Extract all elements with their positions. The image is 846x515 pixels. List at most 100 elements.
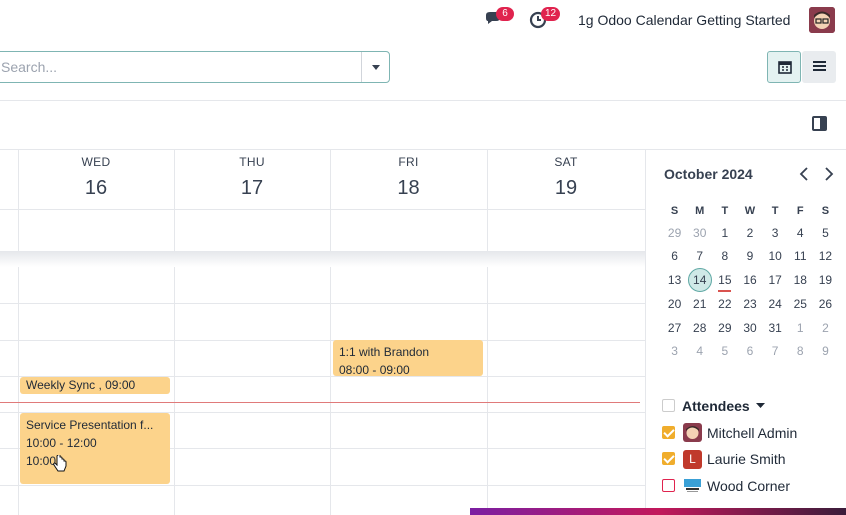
mini-calendar-day[interactable]: 15 (712, 268, 737, 293)
mini-calendar-week: 27 28 29 30 31 1 2 (662, 316, 838, 340)
event-service-presentation[interactable]: Service Presentation f... 10:00 - 12:00 … (20, 413, 170, 484)
search-bar (0, 51, 390, 83)
mini-calendar-day[interactable]: 13 (662, 268, 687, 292)
company-name[interactable]: 1g Odoo Calendar Getting Started (578, 12, 790, 28)
attendee-avatar-wood (683, 476, 702, 495)
mini-calendar-days: 29 30 1 2 3 4 5 6 7 8 9 10 11 12 13 14 15 16 17 18 19 20 21 22 2… (662, 221, 838, 363)
day-number: 3 (771, 225, 779, 240)
mini-calendar-day[interactable]: 29 (712, 316, 737, 340)
event-brandon[interactable]: 1:1 with Brandon 08:00 - 09:00 (333, 340, 483, 376)
mini-calendar-day[interactable]: 11 (788, 245, 813, 269)
day-number: 29 (667, 225, 682, 240)
mini-calendar-day[interactable]: 21 (687, 292, 712, 316)
mini-calendar-day[interactable]: 9 (737, 245, 762, 269)
mini-calendar-day[interactable]: 7 (763, 339, 788, 363)
mini-calendar-day[interactable]: 19 (813, 268, 838, 292)
mini-calendar-day[interactable]: 25 (788, 292, 813, 316)
mini-calendar-day[interactable]: 17 (763, 268, 788, 292)
day-number: 12 (818, 249, 833, 264)
search-options-toggle[interactable] (361, 52, 389, 82)
day-name: FRI (398, 155, 419, 169)
mini-calendar-day[interactable]: 3 (763, 221, 788, 245)
mini-calendar-day[interactable]: 8 (712, 245, 737, 269)
caret-down-icon[interactable] (756, 403, 765, 409)
chat-icon[interactable]: 6 (484, 7, 514, 30)
day-number: 13 (667, 273, 682, 288)
mini-calendar-day[interactable]: 3 (662, 339, 687, 363)
activity-icon[interactable]: 12 (529, 7, 561, 30)
mini-calendar-day[interactable]: 28 (687, 316, 712, 340)
mini-calendar-day[interactable]: 4 (788, 221, 813, 245)
mini-calendar-day[interactable]: 5 (712, 339, 737, 363)
mini-calendar-day[interactable]: 1 (712, 221, 737, 245)
mini-calendar-day[interactable]: 24 (763, 292, 788, 316)
mini-calendar-day[interactable]: 20 (662, 292, 687, 316)
mini-calendar-day[interactable]: 27 (662, 316, 687, 340)
day-number: 26 (818, 296, 833, 311)
day-name: SAT (554, 155, 578, 169)
day-number: 28 (693, 320, 707, 335)
day-number: 7 (771, 344, 779, 359)
mini-calendar-day[interactable]: 5 (813, 221, 838, 245)
day-number: 10 (768, 249, 782, 264)
day-number: 17 (768, 273, 782, 288)
day-number: 3 (671, 344, 678, 359)
day-number: 9 (822, 344, 829, 359)
mini-calendar-day[interactable]: 2 (737, 221, 762, 245)
attendee-checkbox-laurie[interactable] (662, 452, 675, 465)
day-number: 18 (793, 273, 807, 288)
mini-calendar-day[interactable]: 6 (737, 339, 762, 363)
mini-calendar-day[interactable]: 31 (763, 316, 788, 340)
previous-month-icon[interactable] (798, 166, 812, 182)
top-navbar: 6 12 1g Odoo Calendar Getting Started (0, 0, 846, 40)
list-view-button[interactable] (802, 51, 836, 83)
mini-calendar-day[interactable]: 30 (737, 316, 762, 340)
day-number: 11 (794, 249, 807, 264)
mini-calendar-week: 29 30 1 2 3 4 5 (662, 221, 838, 245)
attendee-checkbox-mitchell[interactable] (662, 426, 675, 439)
mini-calendar-day[interactable]: 16 (737, 268, 762, 292)
day-number: 9 (746, 249, 754, 264)
mini-calendar-day[interactable]: 2 (813, 316, 838, 340)
event-weekly-sync[interactable]: Weekly Sync , 09:00 (20, 377, 170, 394)
day-header-wed[interactable]: WED 16 (18, 150, 174, 210)
day-number: 31 (768, 320, 782, 335)
calendar-grid: WED 16 THU 17 FRI 18 SAT 19 1:1 with Bra… (0, 150, 645, 515)
search-input[interactable] (0, 52, 361, 82)
side-panel-toggle-icon[interactable] (812, 116, 827, 131)
mini-calendar-day[interactable]: 9 (813, 339, 838, 363)
mini-calendar-day[interactable]: 1 (788, 316, 813, 340)
day-header-fri[interactable]: FRI 18 (330, 150, 487, 210)
mini-calendar-day[interactable]: 8 (788, 339, 813, 363)
event-title: Service Presentation f... (26, 418, 154, 432)
mini-calendar-day[interactable]: 12 (813, 245, 838, 269)
day-header-thu[interactable]: THU 17 (174, 150, 330, 210)
day-header-sat[interactable]: SAT 19 (487, 150, 645, 210)
weekday-row: S M T W T F S (662, 201, 838, 221)
mini-calendar-day[interactable]: 7 (687, 245, 712, 269)
attendee-checkbox-wood[interactable] (662, 479, 675, 492)
company-logo-icon (684, 479, 701, 492)
mini-calendar-day[interactable]: 29 (662, 221, 687, 245)
attendees-heading[interactable]: Attendees (682, 398, 750, 414)
user-avatar-icon (809, 7, 835, 33)
attendees-toggle-all[interactable] (662, 399, 675, 412)
mini-calendar-day[interactable]: 30 (687, 221, 712, 245)
mini-calendar-day[interactable]: 26 (813, 292, 838, 316)
day-number: 30 (693, 225, 707, 240)
mini-calendar-day[interactable]: 22 (712, 292, 737, 316)
mini-calendar-day[interactable]: 18 (788, 268, 813, 292)
day-number: 19 (554, 177, 578, 199)
next-month-icon[interactable] (821, 166, 835, 182)
hour-line (0, 485, 645, 486)
mini-calendar-day[interactable]: 23 (737, 292, 762, 316)
mini-calendar-day[interactable]: 4 (687, 339, 712, 363)
user-avatar[interactable] (809, 7, 835, 33)
list-icon (813, 61, 826, 71)
day-number: 29 (718, 320, 732, 335)
mini-calendar-day[interactable]: 14 (687, 268, 712, 293)
day-number: 5 (721, 344, 729, 359)
mini-calendar-day[interactable]: 10 (763, 245, 788, 269)
mini-calendar-day[interactable]: 6 (662, 245, 687, 269)
calendar-view-button[interactable] (767, 51, 801, 83)
